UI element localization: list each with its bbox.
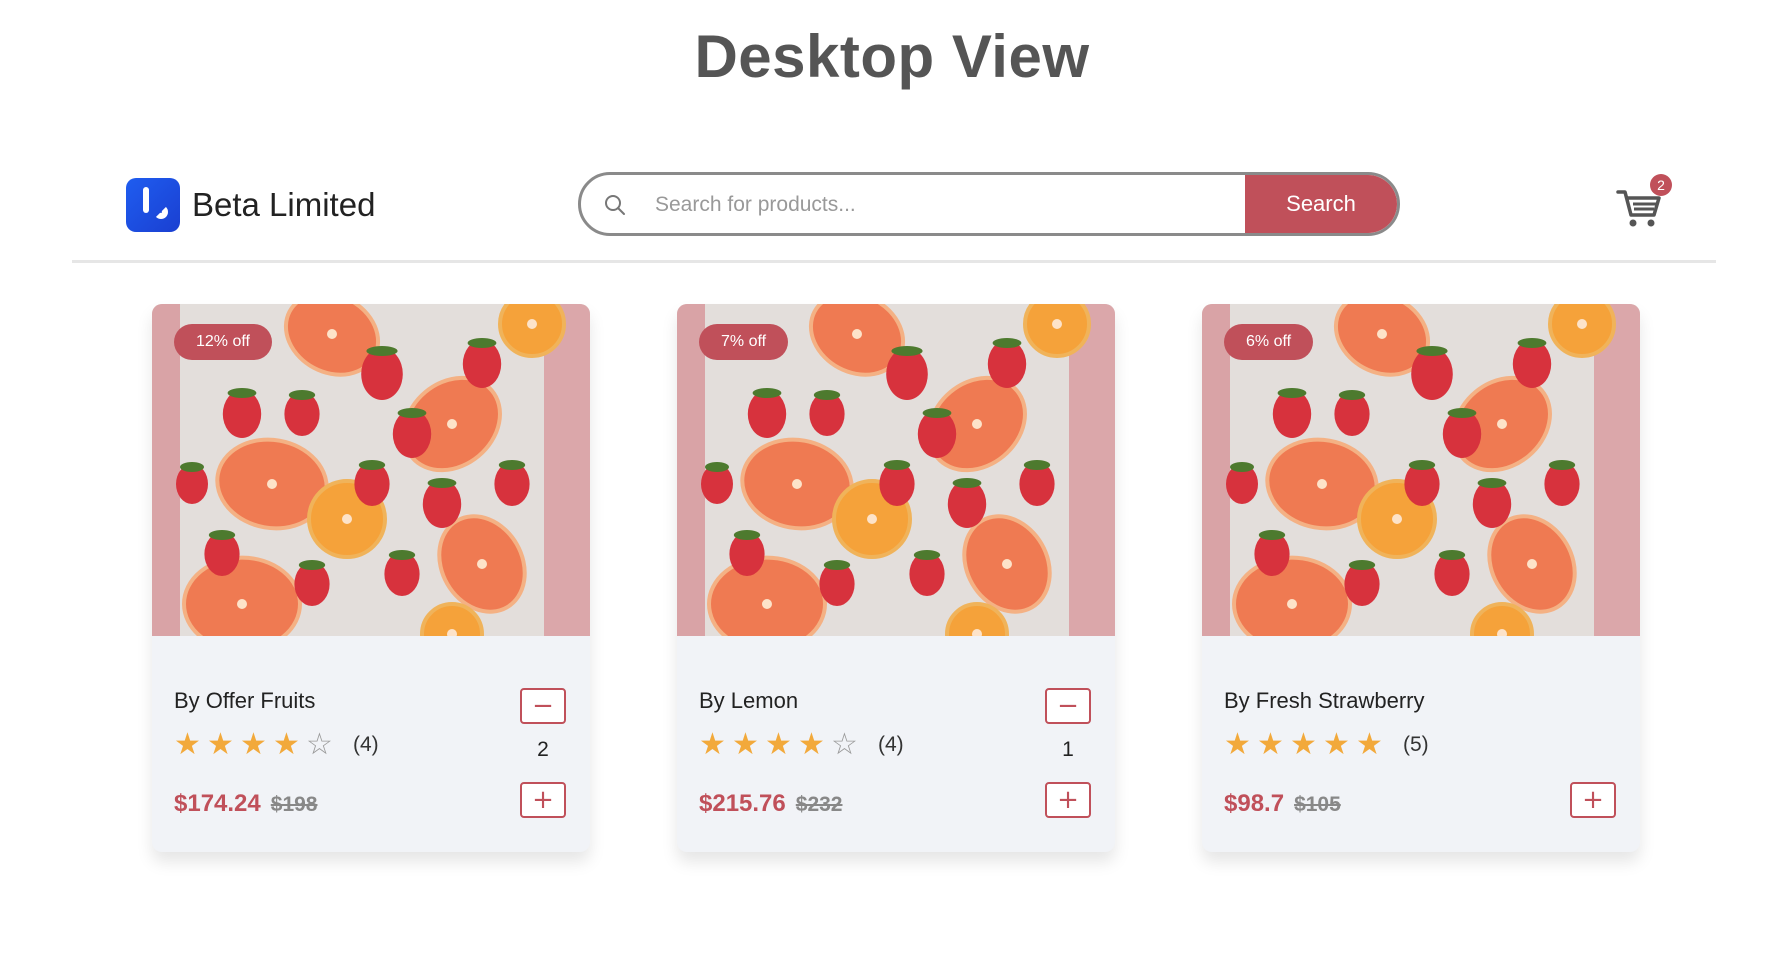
- search-icon: [605, 195, 625, 215]
- star-filled-icon: ★: [699, 728, 726, 761]
- search-button[interactable]: Search: [1245, 175, 1397, 233]
- star-filled-icon: ★: [765, 728, 792, 761]
- decrease-quantity-button[interactable]: −: [520, 688, 566, 724]
- brand-logo[interactable]: Beta Limited: [126, 178, 375, 232]
- star-filled-icon: ★: [1356, 728, 1383, 761]
- quantity-value: 2: [537, 738, 549, 761]
- product-rating: ★ ★ ★ ★ ☆ (4): [699, 730, 904, 760]
- product-name[interactable]: By Lemon: [699, 688, 798, 714]
- increase-quantity-button[interactable]: +: [1570, 782, 1616, 818]
- star-filled-icon: ★: [273, 728, 300, 761]
- rating-stars: ★ ★ ★ ★ ☆: [174, 730, 339, 760]
- page-title: Desktop View: [694, 23, 1090, 90]
- product-price: $174.24 $198: [174, 790, 317, 818]
- site-header: Beta Limited Search 2: [72, 170, 1716, 263]
- price-current: $215.76: [699, 790, 786, 817]
- star-filled-icon: ★: [240, 728, 267, 761]
- star-filled-icon: ★: [174, 728, 201, 761]
- product-rating: ★ ★ ★ ★ ☆ (4): [174, 730, 379, 760]
- cart-count-badge: 2: [1650, 174, 1672, 196]
- star-empty-icon: ☆: [306, 728, 333, 761]
- star-empty-icon: ☆: [831, 728, 858, 761]
- product-rating: ★ ★ ★ ★ ★ (5): [1224, 730, 1429, 760]
- product-price: $98.7 $105: [1224, 790, 1341, 818]
- increase-quantity-button[interactable]: +: [520, 782, 566, 818]
- rating-count: (5): [1403, 733, 1429, 756]
- product-name[interactable]: By Fresh Strawberry: [1224, 688, 1425, 714]
- rating-count: (4): [878, 733, 904, 756]
- page: Desktop View Beta Limited Search for pro…: [0, 0, 1784, 958]
- star-filled-icon: ★: [207, 728, 234, 761]
- price-current: $98.7: [1224, 790, 1285, 817]
- price-original: $105: [1294, 793, 1341, 816]
- star-filled-icon: ★: [1257, 728, 1284, 761]
- product-card-1: 12% off By Offer Fruits ★ ★ ★ ★ ☆ (4) $174.2…: [152, 304, 590, 852]
- decrease-quantity-button[interactable]: −: [1045, 688, 1091, 724]
- product-image[interactable]: 7% off: [677, 304, 1115, 636]
- rating-count: (4): [353, 733, 379, 756]
- quantity-value: 1: [1062, 738, 1074, 761]
- increase-quantity-button[interactable]: +: [1045, 782, 1091, 818]
- product-card-3: 6% off By Fresh Strawberry ★ ★ ★ ★ ★ (5) $98…: [1202, 304, 1640, 852]
- product-price: $215.76 $232: [699, 790, 842, 818]
- rating-stars: ★ ★ ★ ★ ★: [1224, 730, 1389, 760]
- star-filled-icon: ★: [1224, 728, 1251, 761]
- brand-name: Beta Limited: [192, 186, 376, 223]
- star-filled-icon: ★: [798, 728, 825, 761]
- product-name[interactable]: By Offer Fruits: [174, 688, 315, 714]
- brand-logo-icon: [126, 178, 180, 232]
- price-current: $174.24: [174, 790, 261, 817]
- discount-badge: 6% off: [1224, 324, 1314, 360]
- discount-badge: 12% off: [174, 324, 272, 360]
- price-original: $198: [270, 793, 318, 816]
- star-filled-icon: ★: [732, 728, 759, 761]
- star-filled-icon: ★: [1323, 728, 1350, 761]
- star-filled-icon: ★: [1290, 728, 1317, 761]
- search-bar: Search: [578, 172, 1400, 236]
- price-original: $232: [795, 793, 843, 816]
- search-input[interactable]: [653, 175, 1237, 233]
- product-image[interactable]: 12% off: [152, 304, 590, 636]
- product-card-2: 7% off By Lemon ★ ★ ★ ★ ☆ (4) $215.76 $232 −…: [677, 304, 1115, 852]
- discount-badge: 7% off: [699, 324, 789, 360]
- product-image[interactable]: 6% off: [1202, 304, 1640, 636]
- rating-stars: ★ ★ ★ ★ ☆: [699, 730, 864, 760]
